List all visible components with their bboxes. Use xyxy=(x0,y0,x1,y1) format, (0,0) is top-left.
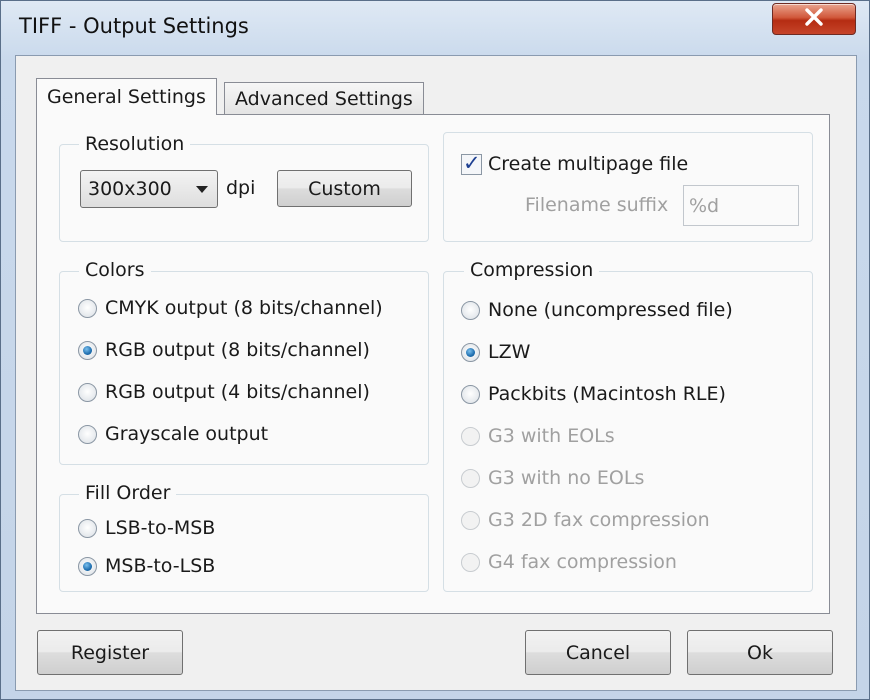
close-button[interactable] xyxy=(772,3,856,35)
cancel-button-label: Cancel xyxy=(565,641,631,664)
tab-general-settings[interactable]: General Settings xyxy=(36,78,217,115)
filename-suffix-value: %d xyxy=(689,194,720,217)
colors-option-label: CMYK output (8 bits/channel) xyxy=(105,297,383,319)
tab-advanced-settings-label: Advanced Settings xyxy=(235,87,413,110)
colors-radio-cmyk-8[interactable] xyxy=(78,298,97,318)
close-icon xyxy=(804,7,824,31)
colors-option-label: Grayscale output xyxy=(105,423,269,445)
register-button-label: Register xyxy=(70,641,150,664)
filename-suffix-label: Filename suffix xyxy=(525,194,669,216)
compression-option-label: G3 2D fax compression xyxy=(488,509,710,531)
compression-option-label: G4 fax compression xyxy=(488,551,677,573)
fill-order-radio-msb[interactable] xyxy=(78,556,97,576)
colors-option-label: RGB output (8 bits/channel) xyxy=(105,339,370,361)
compression-option-label: G3 with no EOLs xyxy=(488,467,645,489)
compression-option-g4: G4 fax compression xyxy=(461,551,677,573)
resolution-legend: Resolution xyxy=(79,133,191,155)
create-multipage-checkbox-row[interactable]: Create multipage file xyxy=(461,151,689,175)
compression-radio-none[interactable] xyxy=(461,300,480,320)
chevron-down-icon xyxy=(196,186,208,193)
colors-option-grayscale[interactable]: Grayscale output xyxy=(78,423,268,445)
custom-button-label: Custom xyxy=(308,177,381,200)
fill-order-radio-lsb[interactable] xyxy=(78,518,97,538)
colors-radio-rgb-4[interactable] xyxy=(78,382,97,402)
compression-radio-g3-2d xyxy=(461,510,480,530)
compression-option-none[interactable]: None (uncompressed file) xyxy=(461,299,733,321)
colors-option-rgb-4[interactable]: RGB output (4 bits/channel) xyxy=(78,381,370,403)
colors-option-rgb-8[interactable]: RGB output (8 bits/channel) xyxy=(78,339,370,361)
tab-advanced-settings[interactable]: Advanced Settings xyxy=(224,82,424,114)
fill-order-group xyxy=(59,494,429,592)
compression-option-label: Packbits (Macintosh RLE) xyxy=(488,383,726,405)
fill-order-option-label: MSB-to-LSB xyxy=(105,555,216,577)
fill-order-option-lsb[interactable]: LSB-to-MSB xyxy=(78,517,215,539)
dialog-window: TIFF - Output Settings General Settings … xyxy=(0,0,870,700)
compression-option-lzw[interactable]: LZW xyxy=(461,341,530,363)
compression-radio-g3-no-eol xyxy=(461,468,480,488)
compression-option-label: None (uncompressed file) xyxy=(488,299,733,321)
compression-option-packbits[interactable]: Packbits (Macintosh RLE) xyxy=(461,383,726,405)
resolution-select[interactable]: 300x300 xyxy=(80,170,218,208)
colors-option-cmyk-8[interactable]: CMYK output (8 bits/channel) xyxy=(78,297,383,319)
colors-option-label: RGB output (4 bits/channel) xyxy=(105,381,370,403)
compression-legend: Compression xyxy=(464,259,600,281)
cancel-button[interactable]: Cancel xyxy=(525,630,671,675)
fill-order-option-label: LSB-to-MSB xyxy=(105,517,216,539)
window-title: TIFF - Output Settings xyxy=(19,14,249,38)
fill-order-option-msb[interactable]: MSB-to-LSB xyxy=(78,555,215,577)
compression-option-g3-eol: G3 with EOLs xyxy=(461,425,615,447)
resolution-select-value: 300x300 xyxy=(88,178,172,200)
compression-option-label: G3 with EOLs xyxy=(488,425,615,447)
compression-option-g3-2d: G3 2D fax compression xyxy=(461,509,710,531)
tab-general-settings-label: General Settings xyxy=(47,86,206,108)
compression-radio-g3-eol xyxy=(461,426,480,446)
compression-radio-packbits[interactable] xyxy=(461,384,480,404)
colors-legend: Colors xyxy=(79,259,151,281)
fill-order-legend: Fill Order xyxy=(79,482,177,504)
filename-suffix-field[interactable]: %d xyxy=(683,185,799,226)
create-multipage-checkbox[interactable] xyxy=(461,151,482,175)
colors-radio-grayscale[interactable] xyxy=(78,424,97,444)
ok-button-label: Ok xyxy=(747,641,773,664)
register-button[interactable]: Register xyxy=(37,630,183,675)
compression-radio-lzw[interactable] xyxy=(461,342,480,362)
ok-button[interactable]: Ok xyxy=(687,630,833,675)
create-multipage-label: Create multipage file xyxy=(488,153,689,175)
colors-radio-rgb-8[interactable] xyxy=(78,340,97,360)
resolution-unit-label: dpi xyxy=(226,177,256,199)
compression-radio-g4 xyxy=(461,552,480,572)
compression-option-label: LZW xyxy=(488,341,531,363)
custom-resolution-button[interactable]: Custom xyxy=(277,170,412,207)
compression-option-g3-no-eol: G3 with no EOLs xyxy=(461,467,644,489)
